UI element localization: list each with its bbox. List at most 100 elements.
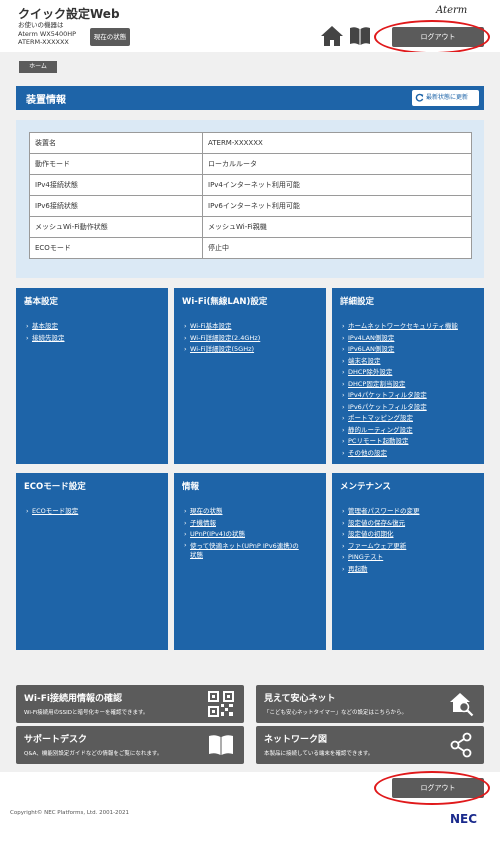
- network-icon: [450, 732, 472, 758]
- card-title: 情報: [182, 482, 200, 492]
- info-value: メッシュWi-Fi親機: [202, 216, 472, 238]
- refresh-icon: [415, 93, 424, 102]
- card-link-list: ECOモード設定: [26, 506, 78, 518]
- info-key: IPv4接続状態: [29, 174, 203, 196]
- device-info-table: 装置名 ATERM-XXXXXX 動作モード ローカルルータ IPv4接続状態 IPv…: [29, 132, 472, 259]
- link-eco-mode[interactable]: ECOモード設定: [26, 506, 78, 518]
- card-link-list: 管理者パスワードの変更 設定値の保存&復元 設定値の初期化 ファームウェア更新 …: [342, 506, 420, 575]
- info-value: ローカルルータ: [202, 153, 472, 175]
- link-other-settings[interactable]: その他の設定: [342, 448, 458, 460]
- link-firmware-update[interactable]: ファームウェア更新: [342, 541, 420, 553]
- tile-subtitle: 「こども安心ネットタイマー」などの設定はこちらから。: [264, 710, 408, 716]
- section-header: 装置情報 最新状態に更新: [16, 86, 484, 110]
- info-value: 停止中: [202, 237, 472, 259]
- link-upnp-ipv4[interactable]: UPnP(IPv4)の状態: [184, 529, 299, 541]
- tile-wifi-connection-info[interactable]: Wi-Fi接続用情報の確認 Wi-Fi接続用のSSIDと暗号化キーを確認できます…: [16, 685, 244, 723]
- link-upnp-ipv6[interactable]: 使って快適ネット(UPnP IPv6連携)の 状態: [184, 541, 299, 560]
- info-value: IPv4インターネット利用可能: [202, 174, 472, 196]
- device-model: Aterm WX5400HP: [18, 29, 77, 38]
- table-row: 動作モード ローカルルータ: [29, 153, 472, 175]
- tile-subtitle: 本製品に接続している端末を確認できます。: [264, 751, 374, 757]
- link-admin-password[interactable]: 管理者パスワードの変更: [342, 506, 420, 518]
- card-information: 情報 現在の状態 子機情報 UPnP(IPv4)の状態 使って快適ネット(UPn…: [174, 473, 326, 650]
- link-save-restore[interactable]: 設定値の保存&復元: [342, 518, 420, 530]
- qr-code-icon: [208, 691, 234, 717]
- link-ipv4-lan[interactable]: IPv4LAN側設定: [342, 333, 458, 345]
- info-key: メッシュWi-Fi動作状態: [29, 216, 203, 238]
- link-factory-reset[interactable]: 設定値の初期化: [342, 529, 420, 541]
- card-wifi-settings: Wi-Fi(無線LAN)設定 Wi-Fi基本設定 Wi-Fi詳細設定(2.4GH…: [174, 288, 326, 464]
- home-icon[interactable]: [320, 25, 344, 47]
- link-wifi-basic[interactable]: Wi-Fi基本設定: [184, 321, 260, 333]
- link-connection-settings[interactable]: 接続先設定: [26, 333, 65, 345]
- info-key: IPv6接続状態: [29, 195, 203, 217]
- breadcrumb-home[interactable]: ホーム: [19, 61, 57, 73]
- info-key: 装置名: [29, 132, 203, 154]
- table-row: IPv4接続状態 IPv4インターネット利用可能: [29, 174, 472, 196]
- tile-title: 見えて安心ネット: [264, 694, 336, 704]
- card-eco-mode: ECOモード設定 ECOモード設定: [16, 473, 168, 650]
- refresh-label: 最新状態に更新: [426, 94, 469, 101]
- nec-logo: NEC: [450, 812, 478, 826]
- card-link-list: 現在の状態 子機情報 UPnP(IPv4)の状態 使って快適ネット(UPnP I…: [184, 506, 299, 560]
- link-basic-settings[interactable]: 基本設定: [26, 321, 65, 333]
- link-upnp-ipv6-line2: 状態: [190, 550, 203, 559]
- card-title: メンテナンス: [340, 482, 391, 492]
- link-static-routing[interactable]: 静的ルーティング設定: [342, 425, 458, 437]
- tile-network-map[interactable]: ネットワーク図 本製品に接続している端末を確認できます。: [256, 726, 484, 764]
- card-advanced-settings: 詳細設定 ホームネットワークセキュリティ機能 IPv4LAN側設定 IPv6LA…: [332, 288, 484, 464]
- link-reboot[interactable]: 再起動: [342, 564, 420, 576]
- refresh-button[interactable]: 最新状態に更新: [412, 90, 479, 106]
- table-row: ECOモード 停止中: [29, 237, 472, 259]
- link-wifi-detail-5ghz[interactable]: Wi-Fi詳細設定(5GHz): [184, 344, 260, 356]
- tile-title: Wi-Fi接続用情報の確認: [24, 694, 122, 704]
- tile-support-desk[interactable]: サポートデスク Q&A、機能別設定ガイドなどの情報をご覧になれます。: [16, 726, 244, 764]
- info-key: ECOモード: [29, 237, 203, 259]
- link-current-status[interactable]: 現在の状態: [184, 506, 299, 518]
- link-ipv4-packet-filter[interactable]: IPv4パケットフィルタ設定: [342, 390, 458, 402]
- device-line-label: お使いの機器は: [18, 21, 64, 29]
- logout-highlight-ring-bottom: [374, 771, 490, 805]
- card-link-list: Wi-Fi基本設定 Wi-Fi詳細設定(2.4GHz) Wi-Fi詳細設定(5G…: [184, 321, 260, 356]
- app-title: クイック設定Web: [18, 7, 120, 21]
- card-title: ECOモード設定: [24, 482, 86, 492]
- house-search-icon: [450, 693, 474, 717]
- device-name: ATERM-XXXXXX: [18, 38, 69, 46]
- card-link-list: ホームネットワークセキュリティ機能 IPv4LAN側設定 IPv6LAN側設定 …: [342, 321, 458, 459]
- link-port-mapping[interactable]: ポートマッピング設定: [342, 413, 458, 425]
- link-pc-remote-wake[interactable]: PCリモート起動設定: [342, 436, 458, 448]
- table-row: 装置名 ATERM-XXXXXX: [29, 132, 472, 154]
- device-info-lines: お使いの機器は Aterm WX5400HP ATERM-XXXXXX: [18, 21, 76, 47]
- book-icon: [209, 735, 233, 755]
- link-ipv6-packet-filter[interactable]: IPv6パケットフィルタ設定: [342, 402, 458, 414]
- copyright: Copyright© NEC Platforms, Ltd. 2001-2021: [10, 810, 130, 816]
- link-upnp-ipv6-line1: 使って快適ネット(UPnP IPv6連携)の: [190, 541, 299, 550]
- link-device-name[interactable]: 端末名設定: [342, 356, 458, 368]
- table-row: IPv6接続状態 IPv6インターネット利用可能: [29, 195, 472, 217]
- link-dhcp-exclusion[interactable]: DHCP除外設定: [342, 367, 458, 379]
- link-ipv6-lan[interactable]: IPv6LAN側設定: [342, 344, 458, 356]
- manual-book-icon[interactable]: [349, 26, 371, 46]
- link-ping-test[interactable]: PINGテスト: [342, 552, 420, 564]
- header: クイック設定Web お使いの機器は Aterm WX5400HP ATERM-X…: [0, 0, 500, 54]
- info-value: ATERM-XXXXXX: [202, 132, 472, 154]
- card-title: 詳細設定: [340, 297, 375, 307]
- current-status-button[interactable]: 現在の状態: [90, 28, 130, 46]
- tile-title: サポートデスク: [24, 735, 88, 745]
- card-basic-settings: 基本設定 基本設定 接続先設定: [16, 288, 168, 464]
- link-client-info[interactable]: 子機情報: [184, 518, 299, 530]
- tile-safe-net[interactable]: 見えて安心ネット 「こども安心ネットタイマー」などの設定はこちらから。: [256, 685, 484, 723]
- brand-logo: Aterm: [436, 5, 468, 16]
- link-home-network-security[interactable]: ホームネットワークセキュリティ機能: [342, 321, 458, 333]
- tile-title: ネットワーク図: [264, 735, 328, 745]
- card-link-list: 基本設定 接続先設定: [26, 321, 65, 344]
- link-wifi-detail-24ghz[interactable]: Wi-Fi詳細設定(2.4GHz): [184, 333, 260, 345]
- info-value: IPv6インターネット利用可能: [202, 195, 472, 217]
- tile-subtitle: Q&A、機能別設定ガイドなどの情報をご覧になれます。: [24, 751, 163, 757]
- table-row: メッシュWi-Fi動作状態 メッシュWi-Fi親機: [29, 216, 472, 238]
- link-dhcp-fixed[interactable]: DHCP固定割当設定: [342, 379, 458, 391]
- page-title: 装置情報: [26, 95, 66, 106]
- logout-highlight-ring-top: [374, 20, 490, 54]
- tile-subtitle: Wi-Fi接続用のSSIDと暗号化キーを確認できます。: [24, 710, 149, 716]
- card-title: 基本設定: [24, 297, 59, 307]
